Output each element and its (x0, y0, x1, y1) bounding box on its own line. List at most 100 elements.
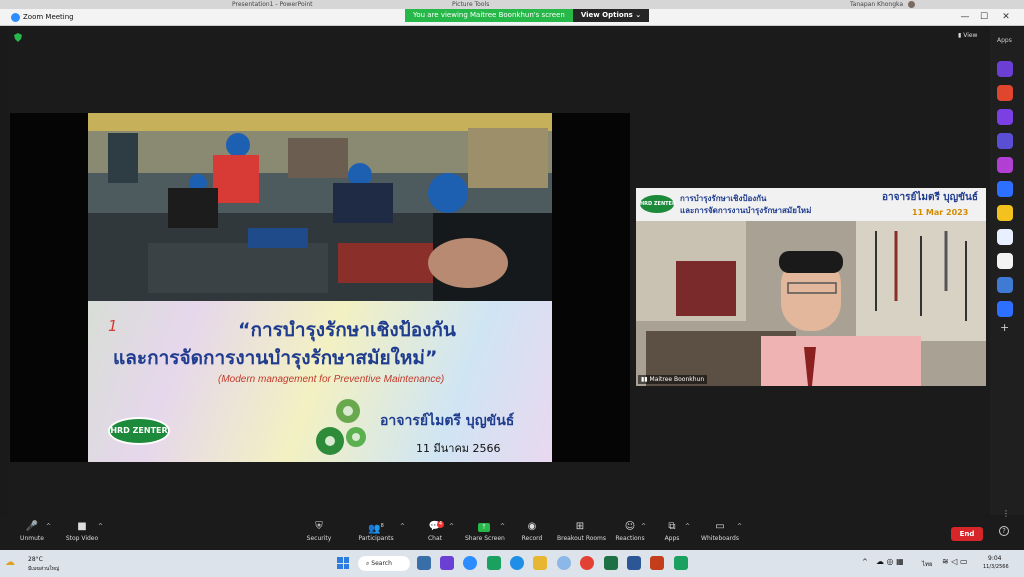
zoom-logo-icon (11, 13, 20, 22)
share-screen-button[interactable]: ↑ Share Screen (465, 521, 505, 542)
app-green2-icon[interactable] (674, 556, 688, 570)
apps-button[interactable]: ⧉ Apps (663, 521, 681, 542)
app-red-icon[interactable] (997, 85, 1013, 101)
chat-chevron-icon[interactable]: ^ (449, 523, 454, 530)
reactions-chevron-icon[interactable]: ^ (641, 523, 646, 530)
clock-time[interactable]: 9:04 (988, 555, 1001, 562)
app-kahoot-icon[interactable] (997, 61, 1013, 77)
powerpoint-icon[interactable] (650, 556, 664, 570)
slide-subtitle: (Modern management for Preventive Mainte… (218, 374, 445, 385)
mail-icon[interactable] (417, 556, 431, 570)
participants-icon: 👥8 (368, 523, 384, 535)
app-grid-icon[interactable] (997, 253, 1013, 269)
view-button[interactable]: ▮ View (958, 32, 977, 39)
app-windows-icon[interactable] (997, 301, 1013, 317)
weather-temp[interactable]: 28°C (28, 556, 43, 563)
security-label: Security (306, 535, 332, 542)
apps-side-panel: Apps + (990, 27, 1024, 515)
slide-title-line1: “การบำรุงรักษาเชิงป้องกัน (238, 319, 456, 341)
participants-label: Participants (358, 535, 394, 542)
chat-badge: 4 (437, 521, 444, 528)
slide-date: 11 มีนาคม 2566 (416, 442, 501, 455)
unmute-label: Unmute (20, 535, 44, 542)
camera-banner: HRD ZENTER การบำรุงรักษาเชิงป้องกัน และก… (636, 188, 986, 221)
audio-options-chevron-icon[interactable]: ^ (46, 523, 51, 530)
app-smile-icon[interactable] (997, 205, 1013, 221)
edge-icon[interactable] (510, 556, 524, 570)
app-sync-icon[interactable] (997, 277, 1013, 293)
maximize-button[interactable]: ☐ (977, 12, 991, 23)
stop-video-button[interactable]: ■ Stop Video (64, 521, 100, 542)
security-shield-icon: ⛨ (315, 521, 323, 532)
participants-button[interactable]: 👥8 Participants (358, 521, 394, 542)
tray-icons[interactable]: ☁ ◎ ▦ (876, 557, 904, 566)
presenter-video-tile[interactable]: HRD ZENTER การบำรุงรักษาเชิงป้องกัน และก… (636, 188, 986, 386)
help-icon[interactable]: ? (999, 526, 1009, 536)
view-options-button[interactable]: View Options ⌄ (572, 9, 650, 22)
breakout-rooms-label: Breakout Rooms (557, 535, 607, 542)
account-avatar (908, 1, 915, 8)
camera-logo: HRD ZENTER (640, 195, 676, 213)
share-chevron-icon[interactable]: ^ (500, 523, 505, 530)
participants-count: 8 (380, 523, 384, 529)
app-video-icon[interactable] (997, 157, 1013, 173)
reactions-label: Reactions (615, 535, 645, 542)
whiteboards-label: Whiteboards (701, 535, 739, 542)
more-options-icon[interactable]: ⋮ (1002, 509, 1010, 518)
close-button[interactable]: ✕ (999, 12, 1013, 23)
excel-icon[interactable] (604, 556, 618, 570)
app-green-icon[interactable] (487, 556, 501, 570)
app-sketch-icon[interactable] (997, 181, 1013, 197)
handwritten-mark: 1 (108, 317, 118, 335)
viewing-screen-message: You are viewing Maitree Boonkhun's scree… (405, 9, 573, 22)
window-title: Zoom Meeting (23, 13, 74, 21)
participants-chevron-icon[interactable]: ^ (400, 523, 405, 530)
video-camera-icon: ■ (77, 521, 87, 532)
share-screen-icon: ↑ (465, 521, 503, 532)
taskbar-search-box[interactable]: ⌕ Search (358, 556, 410, 571)
camera-presenter-name: อาจารย์ไมตรี บุญขันธ์ (882, 192, 978, 203)
apps-chevron-icon[interactable]: ^ (685, 523, 690, 530)
record-label: Record (521, 535, 543, 542)
word-icon[interactable] (627, 556, 641, 570)
security-button[interactable]: ⛨ Security (306, 521, 332, 542)
meeting-controls: 🎤 Unmute ^ ■ Stop Video ^ ⛨ Security 👥8 Part… (0, 509, 1024, 550)
search-label: Search (371, 560, 392, 567)
camera-date: 11 Mar 2023 (912, 208, 969, 217)
breakout-rooms-button[interactable]: ⊞ Breakout Rooms (557, 521, 607, 542)
hrd-zenter-logo: HRD ZENTER (108, 417, 170, 445)
file-explorer-icon[interactable] (533, 556, 547, 570)
workshop-background (636, 221, 986, 386)
presentation-slide: 1 “การบำรุงรักษาเชิงป้องกัน และการจัดการ… (88, 113, 552, 462)
whiteboards-chevron-icon[interactable]: ^ (737, 523, 742, 530)
whiteboards-button[interactable]: ▭ Whiteboards (701, 521, 739, 542)
app-w-icon[interactable] (997, 109, 1013, 125)
wifi-sound-battery-icon[interactable]: ≋ ◁ ▭ (942, 557, 968, 566)
apps-toolbar-label: Apps (664, 535, 680, 542)
video-options-chevron-icon[interactable]: ^ (98, 523, 103, 530)
app-blue-icon[interactable] (557, 556, 571, 570)
shield-icon[interactable] (14, 33, 22, 42)
input-language[interactable]: ไทย (922, 559, 933, 569)
system-tray-chevron-icon[interactable]: ^ (862, 558, 868, 566)
record-icon: ◉ (527, 521, 537, 532)
add-app-icon[interactable]: + (1000, 321, 1009, 334)
windows-start-icon[interactable] (337, 557, 349, 569)
unmute-button[interactable]: 🎤 Unmute (20, 521, 44, 542)
participant-name: Maitree Boonkhun (649, 376, 705, 383)
record-button[interactable]: ◉ Record (520, 521, 544, 542)
minimize-button[interactable]: — (958, 12, 972, 23)
weather-desc: มีเมฆส่วนใหญ่ (28, 566, 60, 572)
view-label: View (963, 32, 978, 39)
view-options-label: View Options (580, 11, 633, 19)
chrome-icon[interactable] (580, 556, 594, 570)
clock-date[interactable]: 11/3/2566 (983, 564, 1009, 570)
app-twine-icon[interactable] (997, 229, 1013, 245)
os-title-strip: Presentation1 - PowerPoint Picture Tools… (0, 0, 1024, 9)
weather-icon[interactable]: ☁ (5, 557, 15, 568)
end-meeting-button[interactable]: End (951, 527, 983, 541)
gears-icon (316, 399, 366, 455)
teams-icon[interactable] (440, 556, 454, 570)
zoom-taskbar-icon[interactable] (463, 556, 477, 570)
app-circle-icon[interactable] (997, 133, 1013, 149)
